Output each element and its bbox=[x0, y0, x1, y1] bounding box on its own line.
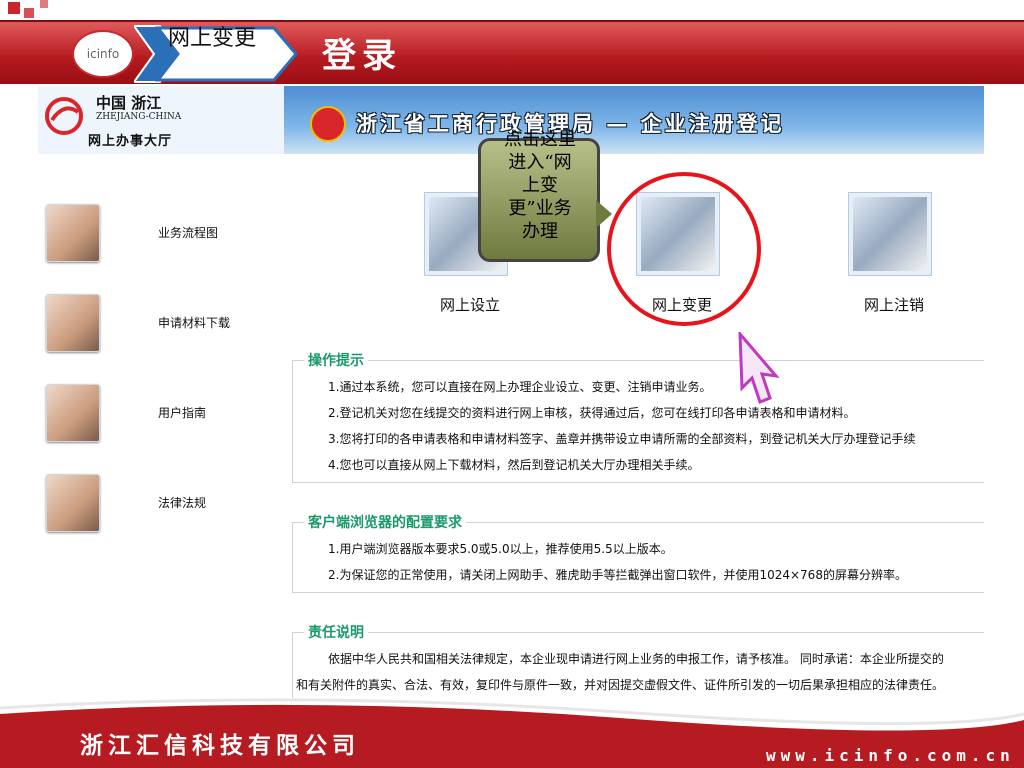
tip-item: 3.您将打印的各申请表格和申请材料签字、盖章并携带设立申请所需的全部资料，到登记… bbox=[328, 432, 916, 446]
laws-thumbnail[interactable] bbox=[46, 474, 100, 532]
browser-title: 客户端浏览器的配置要求 bbox=[304, 512, 466, 532]
tip-item: 2.登记机关对您在线提交的资料进行网上审核，获得通过后，您可在线打印各申请表格和… bbox=[328, 406, 856, 420]
slide-title: 登录 bbox=[322, 36, 402, 76]
sidebar-item-laws[interactable]: 法律法规 bbox=[158, 494, 268, 511]
online-cancel-image bbox=[853, 197, 927, 271]
emblem-icon bbox=[310, 106, 346, 142]
materials-download-thumbnail[interactable] bbox=[46, 294, 100, 352]
browser-item: 1.用户端浏览器版本要求5.0或5.0以上，推荐使用5.5以上版本。 bbox=[328, 542, 673, 556]
pointer-arrow-icon bbox=[738, 332, 780, 404]
logo-text: icinfo bbox=[86, 47, 120, 61]
site-logo-en: ZHEJIANG-CHINA bbox=[96, 112, 182, 122]
footer-url[interactable]: www.icinfo.com.cn bbox=[766, 746, 1015, 765]
online-setup-label[interactable]: 网上设立 bbox=[420, 294, 520, 315]
tips-title: 操作提示 bbox=[304, 350, 368, 370]
user-guide-thumbnail[interactable] bbox=[46, 384, 100, 442]
process-chart-thumbnail[interactable] bbox=[46, 204, 100, 262]
icinfo-logo: icinfo bbox=[72, 30, 134, 78]
site-logo-subtitle: 网上办事大厅 bbox=[88, 134, 173, 149]
online-cancel-label[interactable]: 网上注销 bbox=[844, 294, 944, 315]
liability-text-line1: 依据中华人民共和国相关法律规定，本企业现申请进行网上业务的申报工作，请予核准。 … bbox=[328, 652, 944, 666]
browser-item: 2.为保证您的正常使用，请关闭上网助手、雅虎助手等拦截弹出窗口软件，并使用102… bbox=[328, 568, 907, 582]
site-logo-icon bbox=[45, 97, 83, 135]
callout-bubble-tail bbox=[596, 200, 612, 228]
decor-square bbox=[40, 0, 48, 8]
sidebar-item-materials-download[interactable]: 申请材料下载 bbox=[158, 314, 268, 331]
decor-square bbox=[8, 2, 20, 14]
breadcrumb-label: 网上变更 bbox=[167, 26, 256, 51]
tip-item: 1.通过本系统，您可以直接在网上办理企业设立、变更、注销申请业务。 bbox=[328, 380, 712, 394]
site-logo-cn: 中国 浙江 bbox=[96, 94, 162, 112]
liability-title: 责任说明 bbox=[304, 622, 368, 642]
liability-text-line2: 和有关附件的真实、合法、有效，复印件与原件一致，并对因提交虚假文件、证件所引发的… bbox=[296, 678, 945, 692]
footer-company-name: 浙江汇信科技有限公司 bbox=[80, 732, 360, 759]
highlight-ring bbox=[607, 172, 761, 326]
sidebar-item-user-guide[interactable]: 用户指南 bbox=[158, 404, 268, 421]
online-cancel-card[interactable] bbox=[848, 192, 932, 276]
sidebar-item-process-chart[interactable]: 业务流程图 bbox=[158, 224, 268, 241]
tip-item: 4.您也可以直接从网上下载材料，然后到登记机关大厅办理相关手续。 bbox=[328, 458, 700, 472]
callout-text: 点击这里进入“网上变更”业务办理 bbox=[504, 129, 576, 242]
site-logo-area: 中国 浙江 ZHEJIANG-CHINA 网上办事大厅 bbox=[38, 86, 284, 154]
decor-square bbox=[24, 8, 34, 18]
